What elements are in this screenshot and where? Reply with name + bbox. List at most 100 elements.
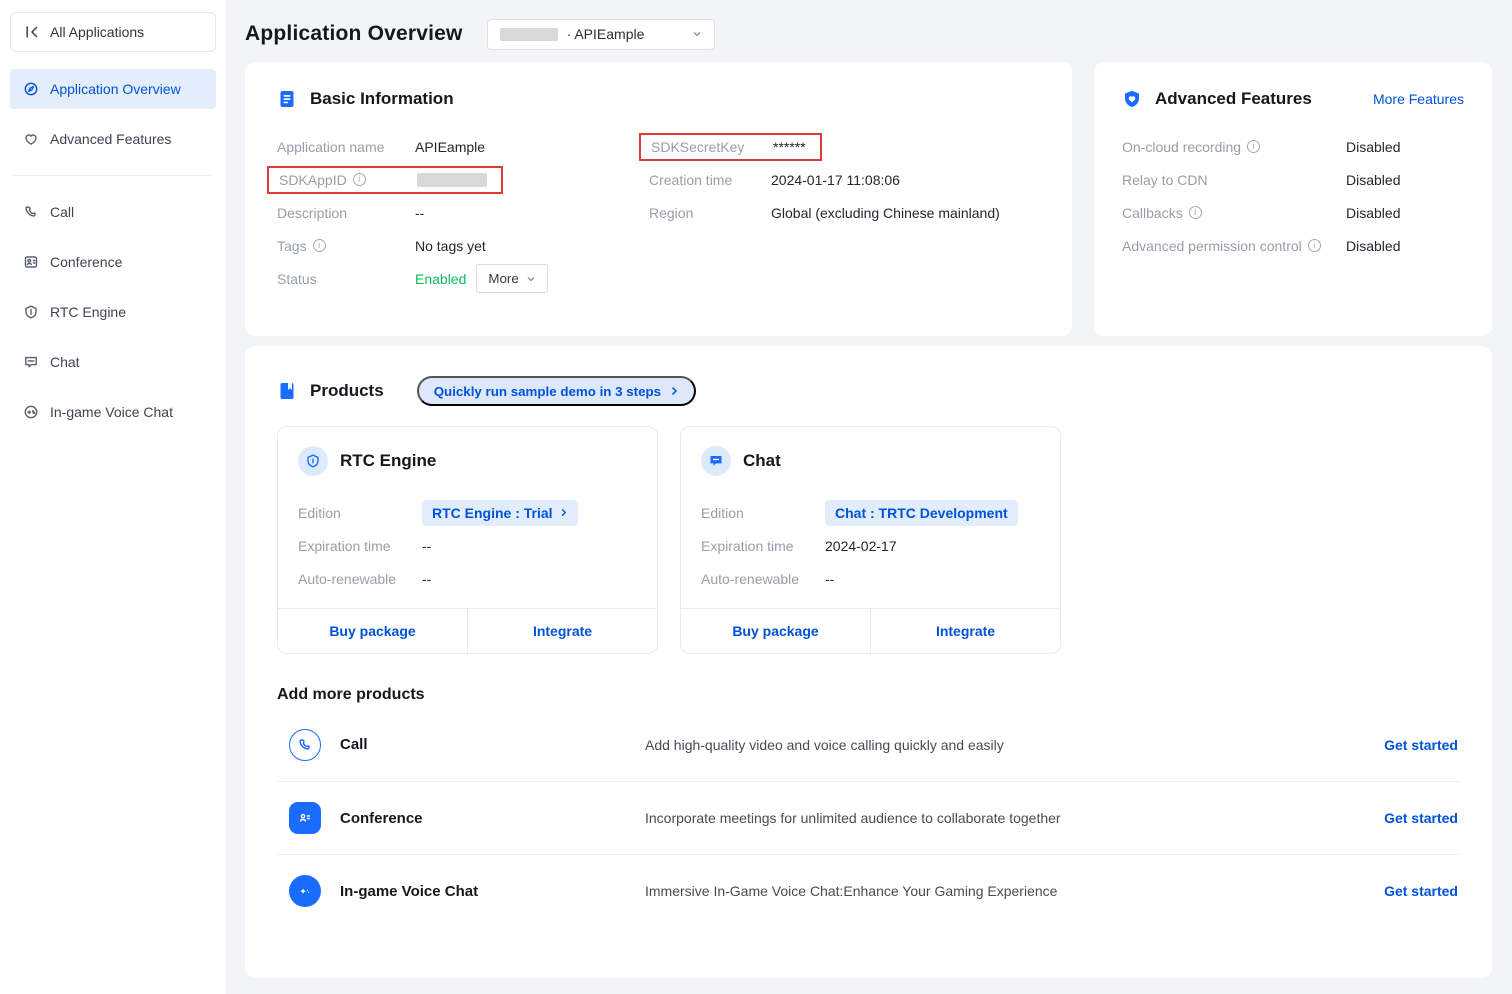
card-title: Basic Information xyxy=(310,89,454,109)
expiration-row: Expiration time -- xyxy=(298,529,637,562)
region-row: Region Global (excluding Chinese mainlan… xyxy=(649,196,1040,229)
buy-package-button[interactable]: Buy package xyxy=(278,609,467,653)
gamepad-icon xyxy=(289,875,321,907)
application-name-value: APIEample xyxy=(415,139,485,155)
sdksecretkey-row: SDKSecretKey ****** xyxy=(649,130,1040,163)
get-started-link[interactable]: Get started xyxy=(1384,883,1458,899)
sidebar-item-rtc-engine[interactable]: RTC Engine xyxy=(10,292,216,332)
sidebar-divider xyxy=(13,175,213,176)
product-header: Chat xyxy=(701,446,1040,476)
edition-row: Edition Chat : TRTC Development xyxy=(701,496,1040,529)
feature-label: On-cloud recording xyxy=(1122,139,1260,155)
get-started-link[interactable]: Get started xyxy=(1384,810,1458,826)
product-cards-row: RTC Engine Edition RTC Engine : Trial xyxy=(277,426,1460,654)
product-actions: Buy package Integrate xyxy=(681,608,1060,653)
feature-status: Disabled xyxy=(1346,172,1464,188)
basic-information-fields: Application name APIEample SDKAppID xyxy=(277,130,1040,295)
red-highlight-frame: SDKAppID xyxy=(267,166,503,194)
conference-icon xyxy=(23,254,39,270)
field-label: Tags xyxy=(277,238,415,254)
add-more-products-list: Call Add high-quality video and voice ca… xyxy=(277,708,1460,927)
info-icon[interactable] xyxy=(1189,206,1202,219)
field-label: Status xyxy=(277,271,415,287)
advanced-features-list: On-cloud recording Disabled Relay to CDN… xyxy=(1122,130,1464,262)
run-sample-demo-button[interactable]: Quickly run sample demo in 3 steps xyxy=(417,376,696,406)
product-title: RTC Engine xyxy=(340,451,436,471)
sidebar-item-label: RTC Engine xyxy=(50,304,126,320)
field-label: Region xyxy=(649,205,771,221)
feature-label: Relay to CDN xyxy=(1122,172,1208,188)
sidebar: All Applications Application Overview Ad… xyxy=(0,0,227,994)
product-name: Call xyxy=(340,736,645,753)
field-label: Auto-renewable xyxy=(701,571,825,587)
buy-package-button[interactable]: Buy package xyxy=(681,609,870,653)
feature-status: Disabled xyxy=(1346,238,1464,254)
all-applications-label: All Applications xyxy=(50,24,144,40)
products-header: Products Quickly run sample demo in 3 st… xyxy=(277,376,1460,406)
expiration-value: -- xyxy=(422,538,431,554)
field-label: Creation time xyxy=(649,172,771,188)
chevron-right-icon xyxy=(559,508,568,517)
add-product-row-call: Call Add high-quality video and voice ca… xyxy=(277,708,1460,781)
edition-badge[interactable]: Chat : TRTC Development xyxy=(825,500,1018,526)
sidebar-item-conference[interactable]: Conference xyxy=(10,242,216,282)
integrate-button[interactable]: Integrate xyxy=(870,609,1060,653)
more-features-link[interactable]: More Features xyxy=(1373,91,1464,107)
sdksecretkey-value: ****** xyxy=(773,139,806,155)
sidebar-item-label: Application Overview xyxy=(50,81,181,97)
feature-status: Disabled xyxy=(1346,139,1464,155)
sidebar-item-advanced-features[interactable]: Advanced Features xyxy=(10,119,216,159)
field-label: Application name xyxy=(277,139,415,155)
sidebar-item-in-game-voice-chat[interactable]: In-game Voice Chat xyxy=(10,392,216,432)
card-title: Advanced Features xyxy=(1155,89,1312,109)
integrate-button[interactable]: Integrate xyxy=(467,609,657,653)
sidebar-item-label: Advanced Features xyxy=(50,131,171,147)
book-icon xyxy=(277,381,297,401)
overview-icon xyxy=(23,81,39,97)
info-icon[interactable] xyxy=(1308,239,1321,252)
auto-renewable-value: -- xyxy=(825,571,834,587)
product-header: RTC Engine xyxy=(298,446,637,476)
feature-row: On-cloud recording Disabled xyxy=(1122,130,1464,163)
document-icon xyxy=(277,89,297,109)
feature-row: Advanced permission control Disabled xyxy=(1122,229,1464,262)
add-more-products-title: Add more products xyxy=(277,686,1460,704)
chevron-right-icon xyxy=(669,386,679,396)
chevron-down-icon xyxy=(692,29,702,39)
products-card: Products Quickly run sample demo in 3 st… xyxy=(245,346,1492,978)
edition-badge[interactable]: RTC Engine : Trial xyxy=(422,500,578,526)
sidebar-item-call[interactable]: Call xyxy=(10,192,216,232)
product-description: Immersive In-Game Voice Chat:Enhance You… xyxy=(645,883,1384,899)
chat-bubble-icon xyxy=(23,354,39,370)
sidebar-item-label: Conference xyxy=(50,254,122,270)
status-row: Status Enabled More xyxy=(277,262,649,295)
rtc-engine-product-card: RTC Engine Edition RTC Engine : Trial xyxy=(277,426,658,654)
red-highlight-frame: SDKSecretKey ****** xyxy=(639,133,822,161)
info-icon[interactable] xyxy=(353,173,366,186)
region-value: Global (excluding Chinese mainland) xyxy=(771,205,1000,221)
phone-icon xyxy=(289,729,321,761)
all-applications-button[interactable]: All Applications xyxy=(10,12,216,52)
status-value: Enabled xyxy=(415,271,466,287)
sidebar-item-application-overview[interactable]: Application Overview xyxy=(10,69,216,109)
phone-icon xyxy=(23,204,39,220)
info-icon[interactable] xyxy=(1247,140,1260,153)
advanced-features-card: Advanced Features More Features On-cloud… xyxy=(1094,62,1492,336)
expiration-value: 2024-02-17 xyxy=(825,538,897,554)
info-icon[interactable] xyxy=(313,239,326,252)
get-started-link[interactable]: Get started xyxy=(1384,737,1458,753)
feature-row: Relay to CDN Disabled xyxy=(1122,163,1464,196)
chat-product-card: Chat Edition Chat : TRTC Development Exp… xyxy=(680,426,1061,654)
feature-status: Disabled xyxy=(1346,205,1464,221)
field-label: Expiration time xyxy=(298,538,422,554)
sidebar-item-chat[interactable]: Chat xyxy=(10,342,216,382)
application-selector-dropdown[interactable]: · APIEample xyxy=(487,19,715,50)
expiration-row: Expiration time 2024-02-17 xyxy=(701,529,1040,562)
basic-information-card: Basic Information Application name APIEa… xyxy=(245,62,1072,336)
status-more-button[interactable]: More xyxy=(476,264,547,293)
chat-bubble-icon xyxy=(701,446,731,476)
description-value: -- xyxy=(415,205,424,221)
shield-heart-icon xyxy=(1122,89,1142,109)
feature-label: Callbacks xyxy=(1122,205,1202,221)
field-label: Description xyxy=(277,205,415,221)
